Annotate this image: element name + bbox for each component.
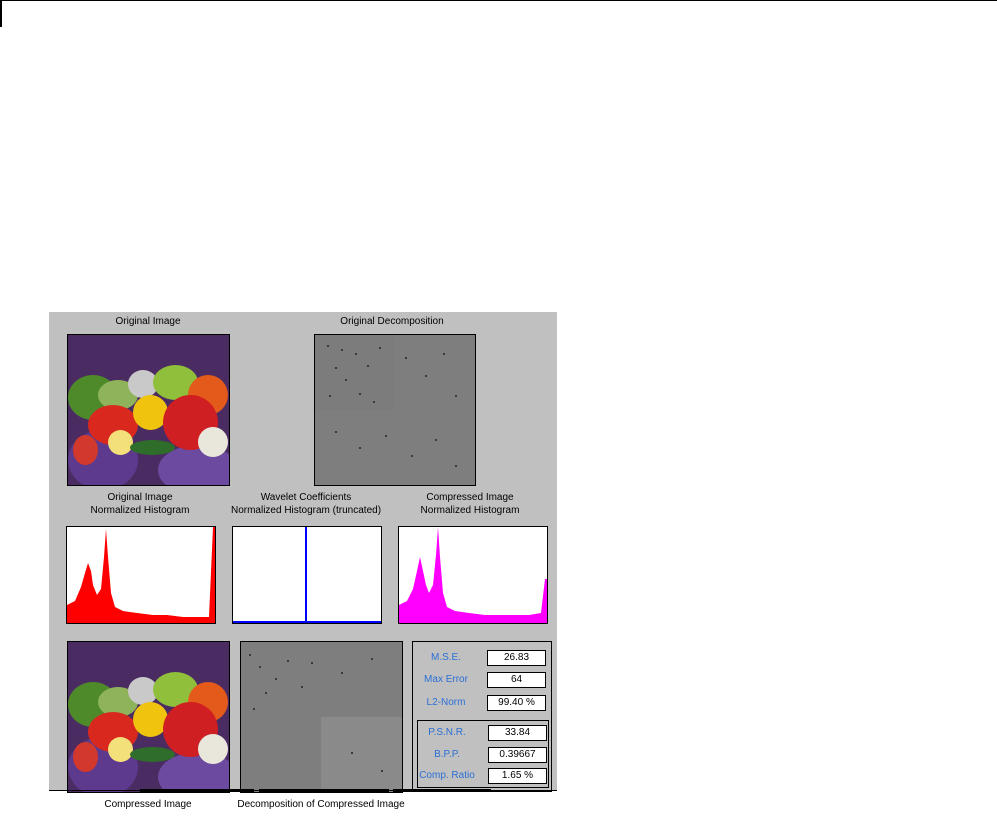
left-border-line	[0, 0, 2, 27]
top-border-line	[0, 0, 997, 1]
bpp-row: B.P.P. 0.39667	[414, 746, 552, 764]
original-image	[67, 334, 230, 486]
bottom-edge-segment-2	[259, 789, 389, 792]
l2-norm-row: L2-Norm 99.40 %	[413, 694, 551, 712]
compressed-histogram-plot	[398, 526, 548, 624]
comp-ratio-value: 1.65 %	[488, 768, 547, 784]
original-histogram-area	[67, 527, 215, 623]
l2-norm-value: 99.40 %	[487, 695, 546, 711]
comp-ratio-row: Comp. Ratio 1.65 %	[414, 767, 552, 785]
bpp-label: B.P.P.	[434, 749, 460, 760]
original-image-title: Original Image	[115, 316, 181, 327]
original-histogram-title-line1: Original Image	[107, 492, 173, 503]
quality-metrics-group: P.S.N.R. 33.84 B.P.P. 0.39667 Comp. Rati…	[417, 720, 549, 788]
compressed-image	[67, 641, 230, 793]
wavelet-histogram-spike	[305, 527, 307, 623]
max-error-value: 64	[487, 672, 546, 688]
wavelet-histogram-title-line2: Normalized Histogram (truncated)	[230, 505, 382, 516]
compressed-decomposition-caption: Decomposition of Compressed Image	[237, 799, 405, 810]
mse-row: M.S.E. 26.83	[413, 649, 551, 667]
original-histogram-plot	[66, 526, 216, 624]
mse-value: 26.83	[487, 650, 546, 666]
original-histogram-svg	[67, 527, 215, 623]
max-error-row: Max Error 64	[413, 671, 551, 689]
max-error-label: Max Error	[424, 674, 468, 685]
compressed-decomposition-image	[240, 641, 403, 793]
original-decomposition-title: Original Decomposition	[340, 316, 444, 327]
bottom-edge-segment-3	[393, 789, 491, 792]
bottom-edge-segment-1	[140, 789, 254, 792]
psnr-row: P.S.N.R. 33.84	[414, 724, 552, 742]
bpp-value: 0.39667	[488, 747, 547, 763]
compressed-histogram-svg	[399, 527, 547, 623]
wavelet-histogram-baseline	[233, 621, 381, 623]
wavelet-histogram-plot	[232, 526, 382, 624]
psnr-label: P.S.N.R.	[428, 727, 466, 738]
compressed-histogram-title-line2: Normalized Histogram	[420, 505, 520, 516]
compressed-histogram-title-line1: Compressed Image	[426, 492, 514, 503]
l2-norm-label: L2-Norm	[426, 697, 466, 708]
original-histogram-title-line2: Normalized Histogram	[90, 505, 190, 516]
wavelet-histogram-svg	[233, 527, 381, 623]
original-decomposition-image	[314, 334, 476, 486]
compressed-image-caption: Compressed Image	[104, 799, 192, 810]
compressed-histogram-area	[399, 527, 547, 623]
compression-stats-panel: M.S.E. 26.83 Max Error 64 L2-Norm 99.40 …	[412, 641, 552, 792]
comp-ratio-label: Comp. Ratio	[419, 770, 475, 781]
mse-label: M.S.E.	[430, 652, 461, 663]
psnr-value: 33.84	[488, 725, 547, 741]
wavelet-histogram-title-line1: Wavelet Coefficients	[260, 492, 352, 503]
